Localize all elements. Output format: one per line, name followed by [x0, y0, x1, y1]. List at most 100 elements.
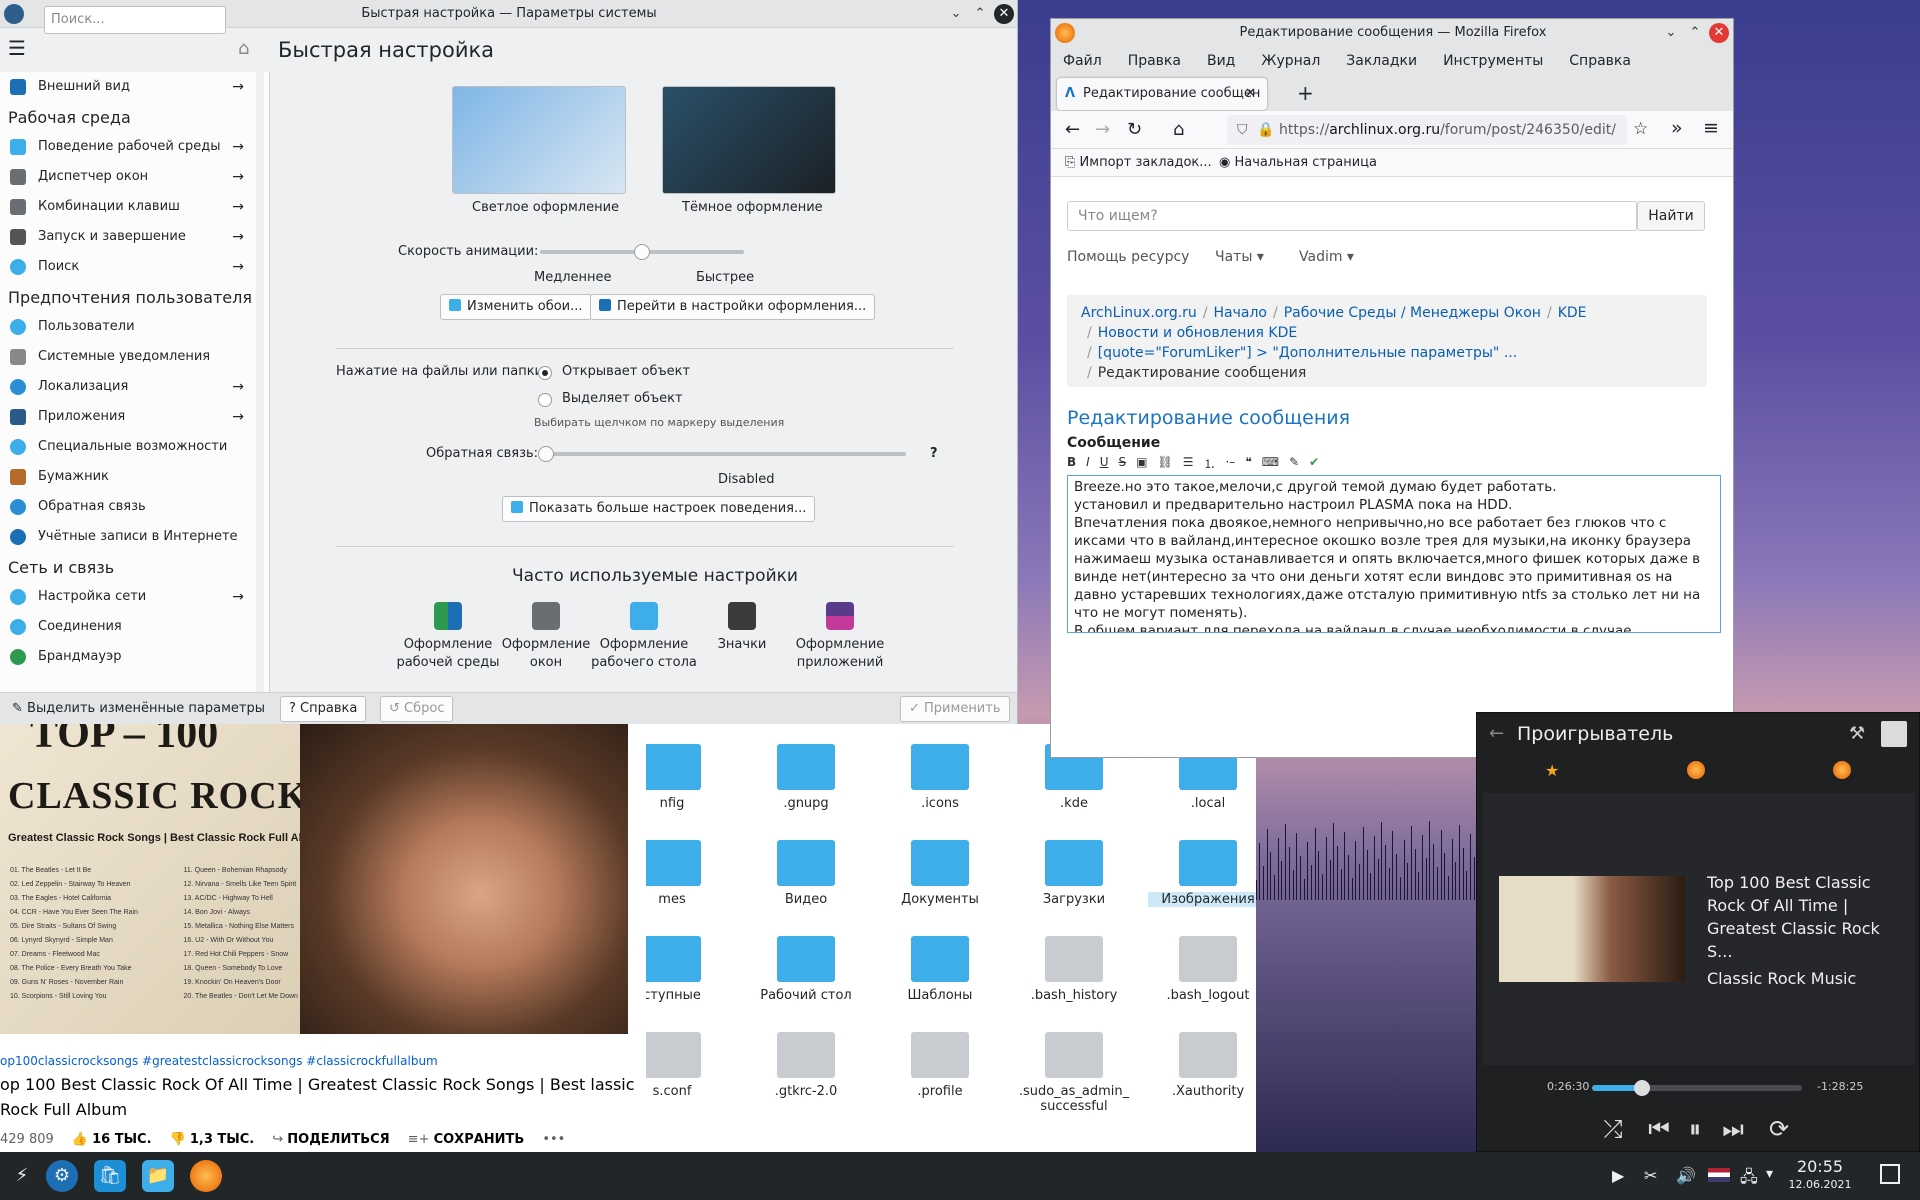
sidebar-item-search[interactable]: Поиск → — [0, 252, 252, 282]
more-behavior-button[interactable]: Показать больше настроек поведения... — [502, 496, 816, 522]
keyboard-layout-flag-icon[interactable] — [1708, 1168, 1730, 1182]
file-item[interactable]: mes — [646, 840, 732, 907]
menu-history[interactable]: Журнал — [1261, 47, 1320, 75]
change-wallpaper-button[interactable]: Изменить обои... — [440, 294, 592, 320]
clock[interactable]: 20:55 12.06.2021 — [1780, 1158, 1860, 1194]
next-icon[interactable]: ⏭ — [1715, 1111, 1751, 1147]
previous-icon[interactable]: ⏮ — [1641, 1111, 1677, 1147]
sidebar-item-startup[interactable]: Запуск и завершение → — [0, 222, 252, 252]
breadcrumb-link[interactable]: KDE — [1558, 305, 1587, 321]
file-item[interactable]: Документы — [880, 840, 1000, 907]
spellcheck-icon[interactable]: ✎ — [1289, 455, 1299, 472]
close-icon[interactable]: ✕ — [1709, 23, 1729, 43]
breadcrumb-link[interactable]: Новости и обновления KDE — [1098, 325, 1298, 341]
file-item[interactable]: .bash_history — [1014, 936, 1134, 1003]
discover-task-icon[interactable]: 🛍 — [94, 1160, 126, 1192]
list-item-icon[interactable]: ·– — [1225, 455, 1235, 472]
dolphin-task-icon[interactable]: 📁 — [142, 1160, 174, 1192]
italic-icon[interactable]: I — [1086, 455, 1090, 472]
sidebar-item-feedback[interactable]: Обратная связь — [0, 492, 252, 522]
file-item[interactable]: nfig — [646, 744, 732, 811]
bookmark-star-icon[interactable]: ☆ — [1633, 119, 1648, 139]
scissors-icon[interactable]: ✂ — [1644, 1166, 1657, 1185]
light-theme-preview[interactable] — [452, 86, 626, 194]
image-icon[interactable]: ▣ — [1136, 455, 1147, 472]
home-icon[interactable]: ⌂ — [1173, 119, 1184, 140]
file-item[interactable]: Загрузки — [1014, 840, 1134, 907]
sidebar-item-accounts[interactable]: Учётные записи в Интернете — [0, 522, 252, 552]
network-icon[interactable]: 🖧 — [1740, 1166, 1758, 1193]
close-icon[interactable]: ✕ — [994, 4, 1014, 24]
apply-button[interactable]: ✓ Применить — [900, 696, 1010, 722]
slider-handle[interactable] — [538, 446, 554, 462]
sidebar-item-apps[interactable]: Приложения → — [0, 402, 252, 432]
file-item[interactable]: Видео — [746, 840, 866, 907]
dislike-button[interactable]: 👎 1,3 ТЫС. — [170, 1132, 255, 1147]
maximize-icon[interactable]: ⌃ — [970, 4, 990, 24]
sidebar-item-firewall[interactable]: Брандмауэр — [0, 642, 252, 672]
menu-bookmarks[interactable]: Закладки — [1346, 47, 1417, 75]
sidebar-item-notifications[interactable]: Системные уведомления — [0, 342, 252, 372]
home-icon[interactable]: ⌂ — [238, 38, 249, 59]
pause-icon[interactable]: ⏸ — [1677, 1111, 1713, 1147]
forward-icon[interactable]: → — [1095, 119, 1110, 140]
nav-user-dropdown[interactable]: Vadim ▾ — [1299, 249, 1354, 265]
volume-icon[interactable]: 🔊 — [1676, 1166, 1696, 1185]
sidebar-scrollbar[interactable] — [256, 72, 264, 692]
frequent-item-workspace-theme[interactable]: Оформление рабочей среды — [393, 602, 503, 672]
reload-icon[interactable]: ↻ — [1127, 119, 1142, 140]
help-icon[interactable]: ? — [930, 446, 938, 461]
firefox-source-icon[interactable] — [1833, 761, 1851, 779]
highlight-changes-button[interactable]: ✎ Выделить изменённые параметры — [12, 701, 265, 716]
firefox-task-icon[interactable] — [190, 1160, 222, 1192]
theme-settings-button[interactable]: Перейти в настройки оформления... — [590, 294, 876, 320]
pin-icon[interactable] — [1881, 721, 1907, 747]
tab-close-icon[interactable]: ✕ — [1245, 78, 1256, 110]
slider-handle[interactable] — [634, 244, 650, 260]
numbered-list-icon[interactable]: ⒈ — [1203, 455, 1215, 472]
repeat-icon[interactable]: ⟳ — [1761, 1111, 1797, 1147]
sidebar-item-network-settings[interactable]: Настройка сети → — [0, 582, 252, 612]
sidebar-item-window-manager[interactable]: Диспетчер окон → — [0, 162, 252, 192]
video-hashtags[interactable]: op100classicrocksongs #greatestclassicro… — [0, 1054, 438, 1068]
show-desktop-icon[interactable] — [1880, 1164, 1900, 1184]
back-icon[interactable]: ← — [1489, 723, 1504, 744]
check-icon[interactable]: ✔ — [1309, 455, 1319, 472]
quote-icon[interactable]: ❝ — [1245, 455, 1251, 472]
file-item[interactable]: .icons — [880, 744, 1000, 811]
file-item[interactable]: Шаблоны — [880, 936, 1000, 1003]
link-icon[interactable]: ⛓ — [1157, 455, 1172, 472]
nav-help-link[interactable]: Помощь ресурсу — [1067, 249, 1189, 265]
bookmark-import[interactable]: ⎘ Импорт закладок... — [1065, 149, 1212, 177]
media-tray-icon[interactable]: ▶ — [1612, 1166, 1624, 1185]
file-item[interactable]: Рабочий стол — [746, 936, 866, 1003]
seek-slider[interactable] — [1592, 1080, 1802, 1096]
sidebar-item-shortcuts[interactable]: Комбинации клавиш → — [0, 192, 252, 222]
sidebar-item-locale[interactable]: Локализация → — [0, 372, 252, 402]
animation-speed-slider[interactable] — [540, 244, 744, 260]
back-icon[interactable]: ← — [1065, 119, 1080, 140]
forum-search-input[interactable]: Что ищем? — [1067, 201, 1637, 231]
app-launcher-icon[interactable]: ⚡ — [6, 1160, 38, 1192]
tab-edit-message[interactable]: Λ Редактирование сообщен ✕ — [1057, 78, 1267, 110]
maximize-icon[interactable]: ⌃ — [1685, 23, 1705, 43]
sidebar-item-workspace-behavior[interactable]: Поведение рабочей среды → — [0, 132, 252, 162]
feedback-slider[interactable] — [538, 446, 906, 462]
frequent-item-window-decorations[interactable]: Оформление окон — [491, 602, 601, 672]
file-item[interactable]: Изображения — [1148, 840, 1256, 907]
shuffle-icon[interactable]: ⤮ — [1595, 1111, 1631, 1147]
file-item[interactable]: .gtkrc-2.0 — [746, 1032, 866, 1099]
sidebar-item-users[interactable]: Пользователи — [0, 312, 252, 342]
breadcrumb-link[interactable]: ArchLinux.org.ru — [1081, 305, 1197, 321]
help-button[interactable]: ? Справка — [280, 696, 367, 722]
file-item[interactable]: .bash_logout — [1148, 936, 1256, 1003]
url-bar[interactable]: ⛉ 🔒 https://archlinux.org.ru/forum/post/… — [1227, 115, 1627, 145]
share-button[interactable]: ↪ ПОДЕЛИТЬСЯ — [272, 1132, 389, 1147]
save-button[interactable]: ≡+ СОХРАНИТЬ — [408, 1132, 525, 1147]
underline-icon[interactable]: U — [1100, 455, 1109, 472]
minimize-icon[interactable]: ⌄ — [1661, 23, 1681, 43]
file-item[interactable]: .gnupg — [746, 744, 866, 811]
bullet-list-icon[interactable]: ☰ — [1183, 455, 1194, 472]
menu-file[interactable]: Файл — [1063, 47, 1102, 75]
file-item[interactable]: .sudo_as_admin_ successful — [1014, 1032, 1134, 1114]
